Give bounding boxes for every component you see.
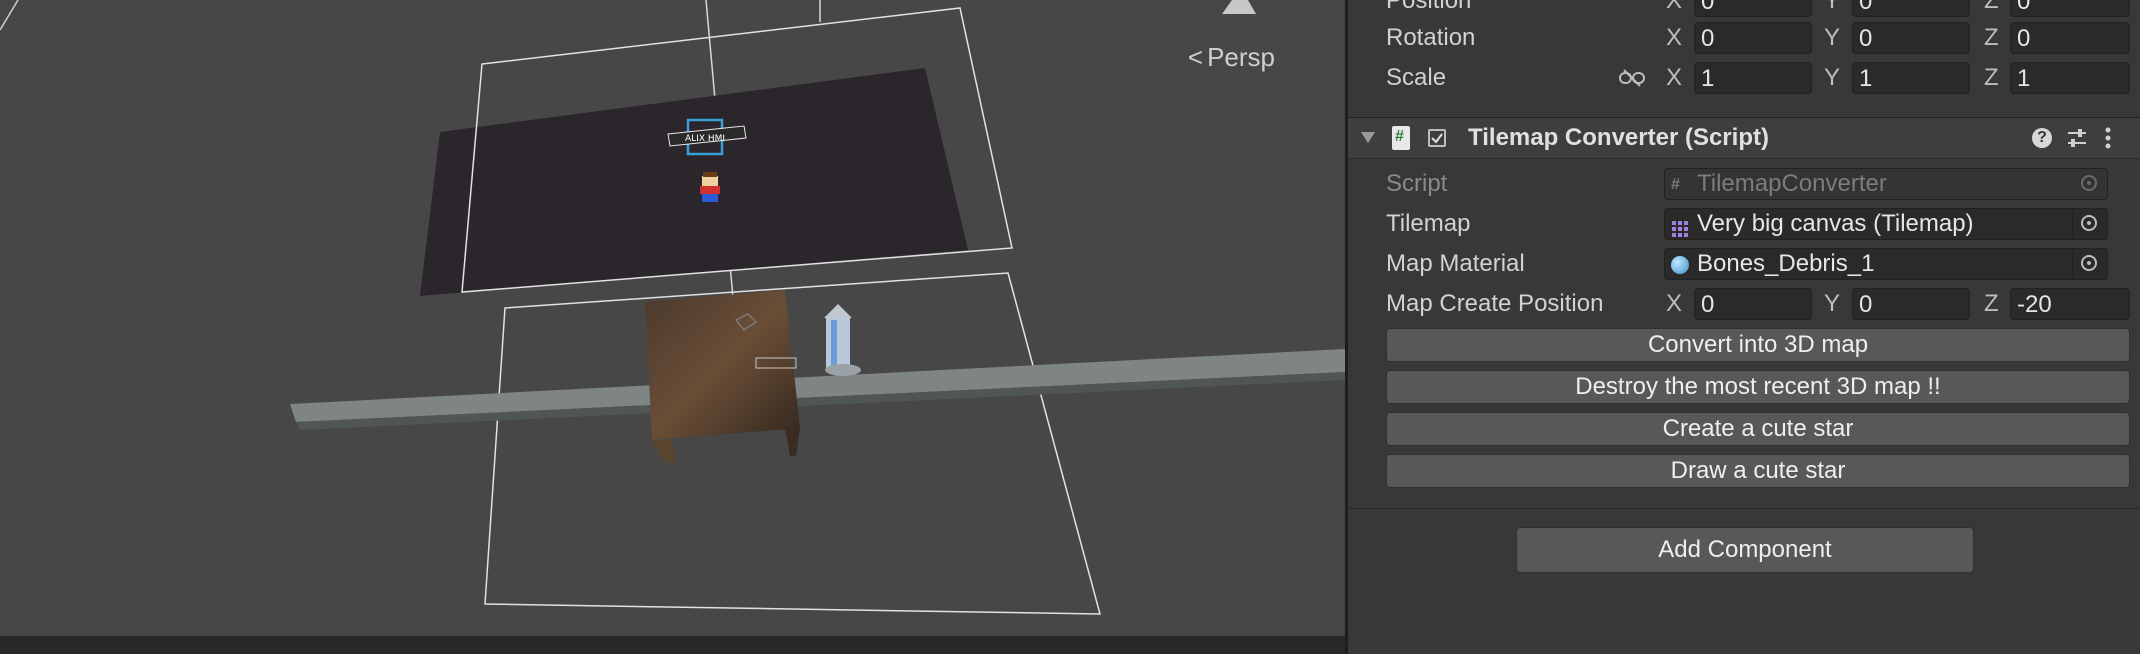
material-row: Map Material Bones_Debris_1 (1348, 245, 2140, 283)
axis-y-label: Y (1824, 290, 1841, 317)
axis-x-label: X (1666, 0, 1683, 14)
material-label: Map Material (1386, 250, 1525, 277)
scene-status-bar (0, 636, 1345, 654)
scale-y-field[interactable]: 1 (1852, 62, 1970, 94)
inspector-panel: Position X 0 Y 0 Z 0 Rotation X 0 Y 0 Z … (1348, 0, 2140, 654)
component-header[interactable]: # Tilemap Converter (Script) ? (1348, 117, 2140, 159)
script-row: Script # TilemapConverter (1348, 165, 2140, 203)
axis-y-label: Y (1824, 24, 1841, 51)
persp-label: Persp (1207, 42, 1275, 72)
tilemap-row: Tilemap Very big canvas (Tilemap) (1348, 205, 2140, 243)
create-cute-star-button[interactable]: Create a cute star (1386, 412, 2130, 446)
axis-x-label: X (1666, 64, 1683, 91)
tilemap-value: Very big canvas (Tilemap) (1697, 210, 1974, 237)
enable-checkbox[interactable] (1428, 129, 1446, 147)
component-separator (1348, 508, 2140, 509)
position-row: Position X 0 Y 0 Z 0 (1348, 0, 2140, 20)
axis-y-label: Y (1824, 0, 1841, 14)
position-y-field[interactable]: 0 (1852, 0, 1970, 17)
position-x-field[interactable]: 0 (1694, 0, 1812, 17)
rotation-x-field[interactable]: 0 (1694, 22, 1812, 54)
axis-z-label: Z (1984, 64, 1999, 91)
material-sphere-icon (1671, 256, 1689, 274)
axis-x-label: X (1666, 290, 1683, 317)
axis-z-label: Z (1984, 24, 1999, 51)
create-position-row: Map Create Position X 0 Y 0 Z -20 (1348, 285, 2140, 323)
create-position-z-field[interactable]: -20 (2010, 288, 2130, 320)
rotation-y-field[interactable]: 0 (1852, 22, 1970, 54)
position-label: Position (1386, 0, 1472, 14)
kebab-menu-icon[interactable] (2104, 127, 2112, 154)
script-field: # TilemapConverter (1664, 168, 2108, 200)
tilemap-label: Tilemap (1386, 210, 1471, 237)
rotation-z-field[interactable]: 0 (2010, 22, 2130, 54)
material-value: Bones_Debris_1 (1697, 250, 1875, 277)
rotation-label: Rotation (1386, 24, 1476, 51)
convert-3d-map-button[interactable]: Convert into 3D map (1386, 328, 2130, 362)
material-field[interactable]: Bones_Debris_1 (1664, 248, 2108, 280)
draw-cute-star-button[interactable]: Draw a cute star (1386, 454, 2130, 488)
add-component-button[interactable]: Add Component (1516, 527, 1974, 573)
destroy-3d-map-button[interactable]: Destroy the most recent 3D map !! (1386, 370, 2130, 404)
scale-row: Scale X 1 Y 1 Z 1 (1348, 59, 2140, 97)
script-label: Script (1386, 170, 1448, 197)
object-picker-icon[interactable] (2072, 249, 2107, 279)
link-off-icon[interactable] (1618, 68, 1646, 88)
component-title: Tilemap Converter (Script) (1468, 124, 1769, 151)
axis-z-label: Z (1984, 0, 1999, 14)
chevron-left-icon: < (1187, 42, 1204, 72)
object-picker-icon[interactable] (2072, 209, 2107, 239)
axis-x-label: X (1666, 24, 1683, 51)
tilemap-icon (1671, 216, 1689, 237)
script-hash-icon: # (1671, 176, 1680, 193)
create-position-label: Map Create Position (1386, 290, 1604, 317)
create-position-y-field[interactable]: 0 (1852, 288, 1970, 320)
svg-text:ALIX HMI: ALIX HMI (685, 134, 725, 144)
axis-z-label: Z (1984, 290, 1999, 317)
help-icon[interactable]: ? (2032, 128, 2052, 148)
object-picker-icon (2073, 169, 2107, 199)
scale-z-field[interactable]: 1 (2010, 62, 2130, 94)
create-position-x-field[interactable]: 0 (1694, 288, 1812, 320)
scale-x-field[interactable]: 1 (1694, 62, 1812, 94)
tilemap-field[interactable]: Very big canvas (Tilemap) (1664, 208, 2108, 240)
script-value: TilemapConverter (1697, 170, 1887, 197)
scene-canvas: ALIX HMI (0, 0, 1345, 615)
rotation-row: Rotation X 0 Y 0 Z 0 (1348, 19, 2140, 57)
scene-view[interactable]: ALIX HMI < Persp (0, 0, 1345, 654)
foldout-arrow-icon[interactable] (1360, 130, 1376, 149)
persp-toggle[interactable]: < Persp (1188, 42, 1275, 73)
position-z-field[interactable]: 0 (2010, 0, 2130, 17)
preset-icon[interactable] (2066, 128, 2088, 153)
axis-y-label: Y (1824, 64, 1841, 91)
script-icon: # (1392, 126, 1410, 150)
scale-label: Scale (1386, 64, 1447, 91)
